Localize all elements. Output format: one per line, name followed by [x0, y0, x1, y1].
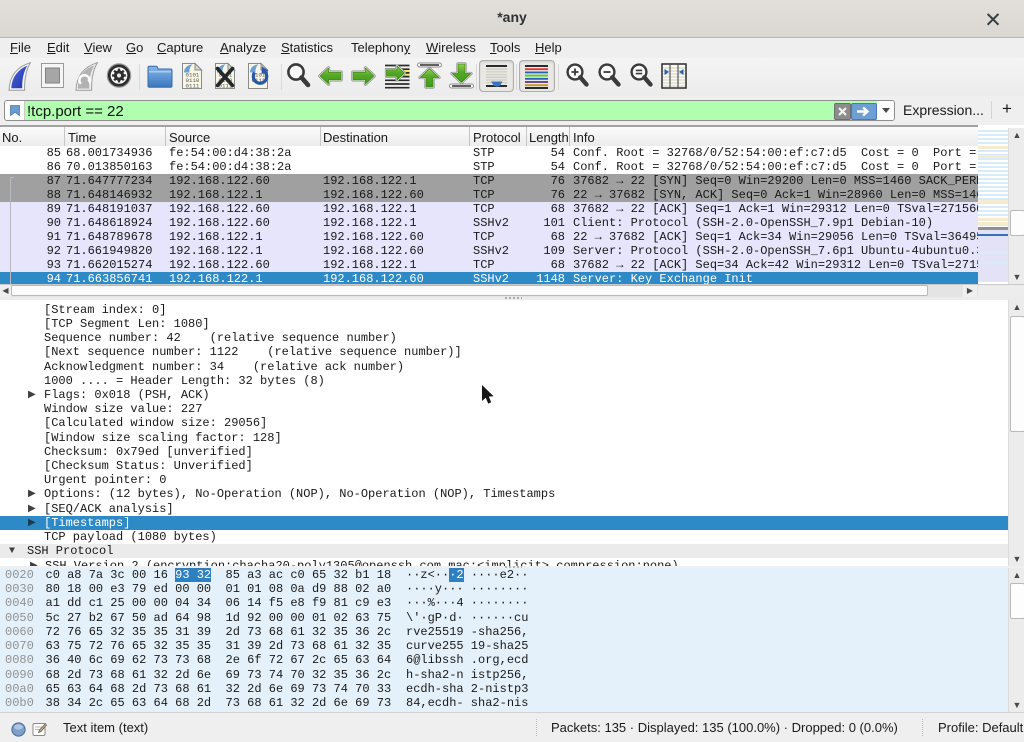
svg-text:0111: 0111	[186, 83, 200, 90]
